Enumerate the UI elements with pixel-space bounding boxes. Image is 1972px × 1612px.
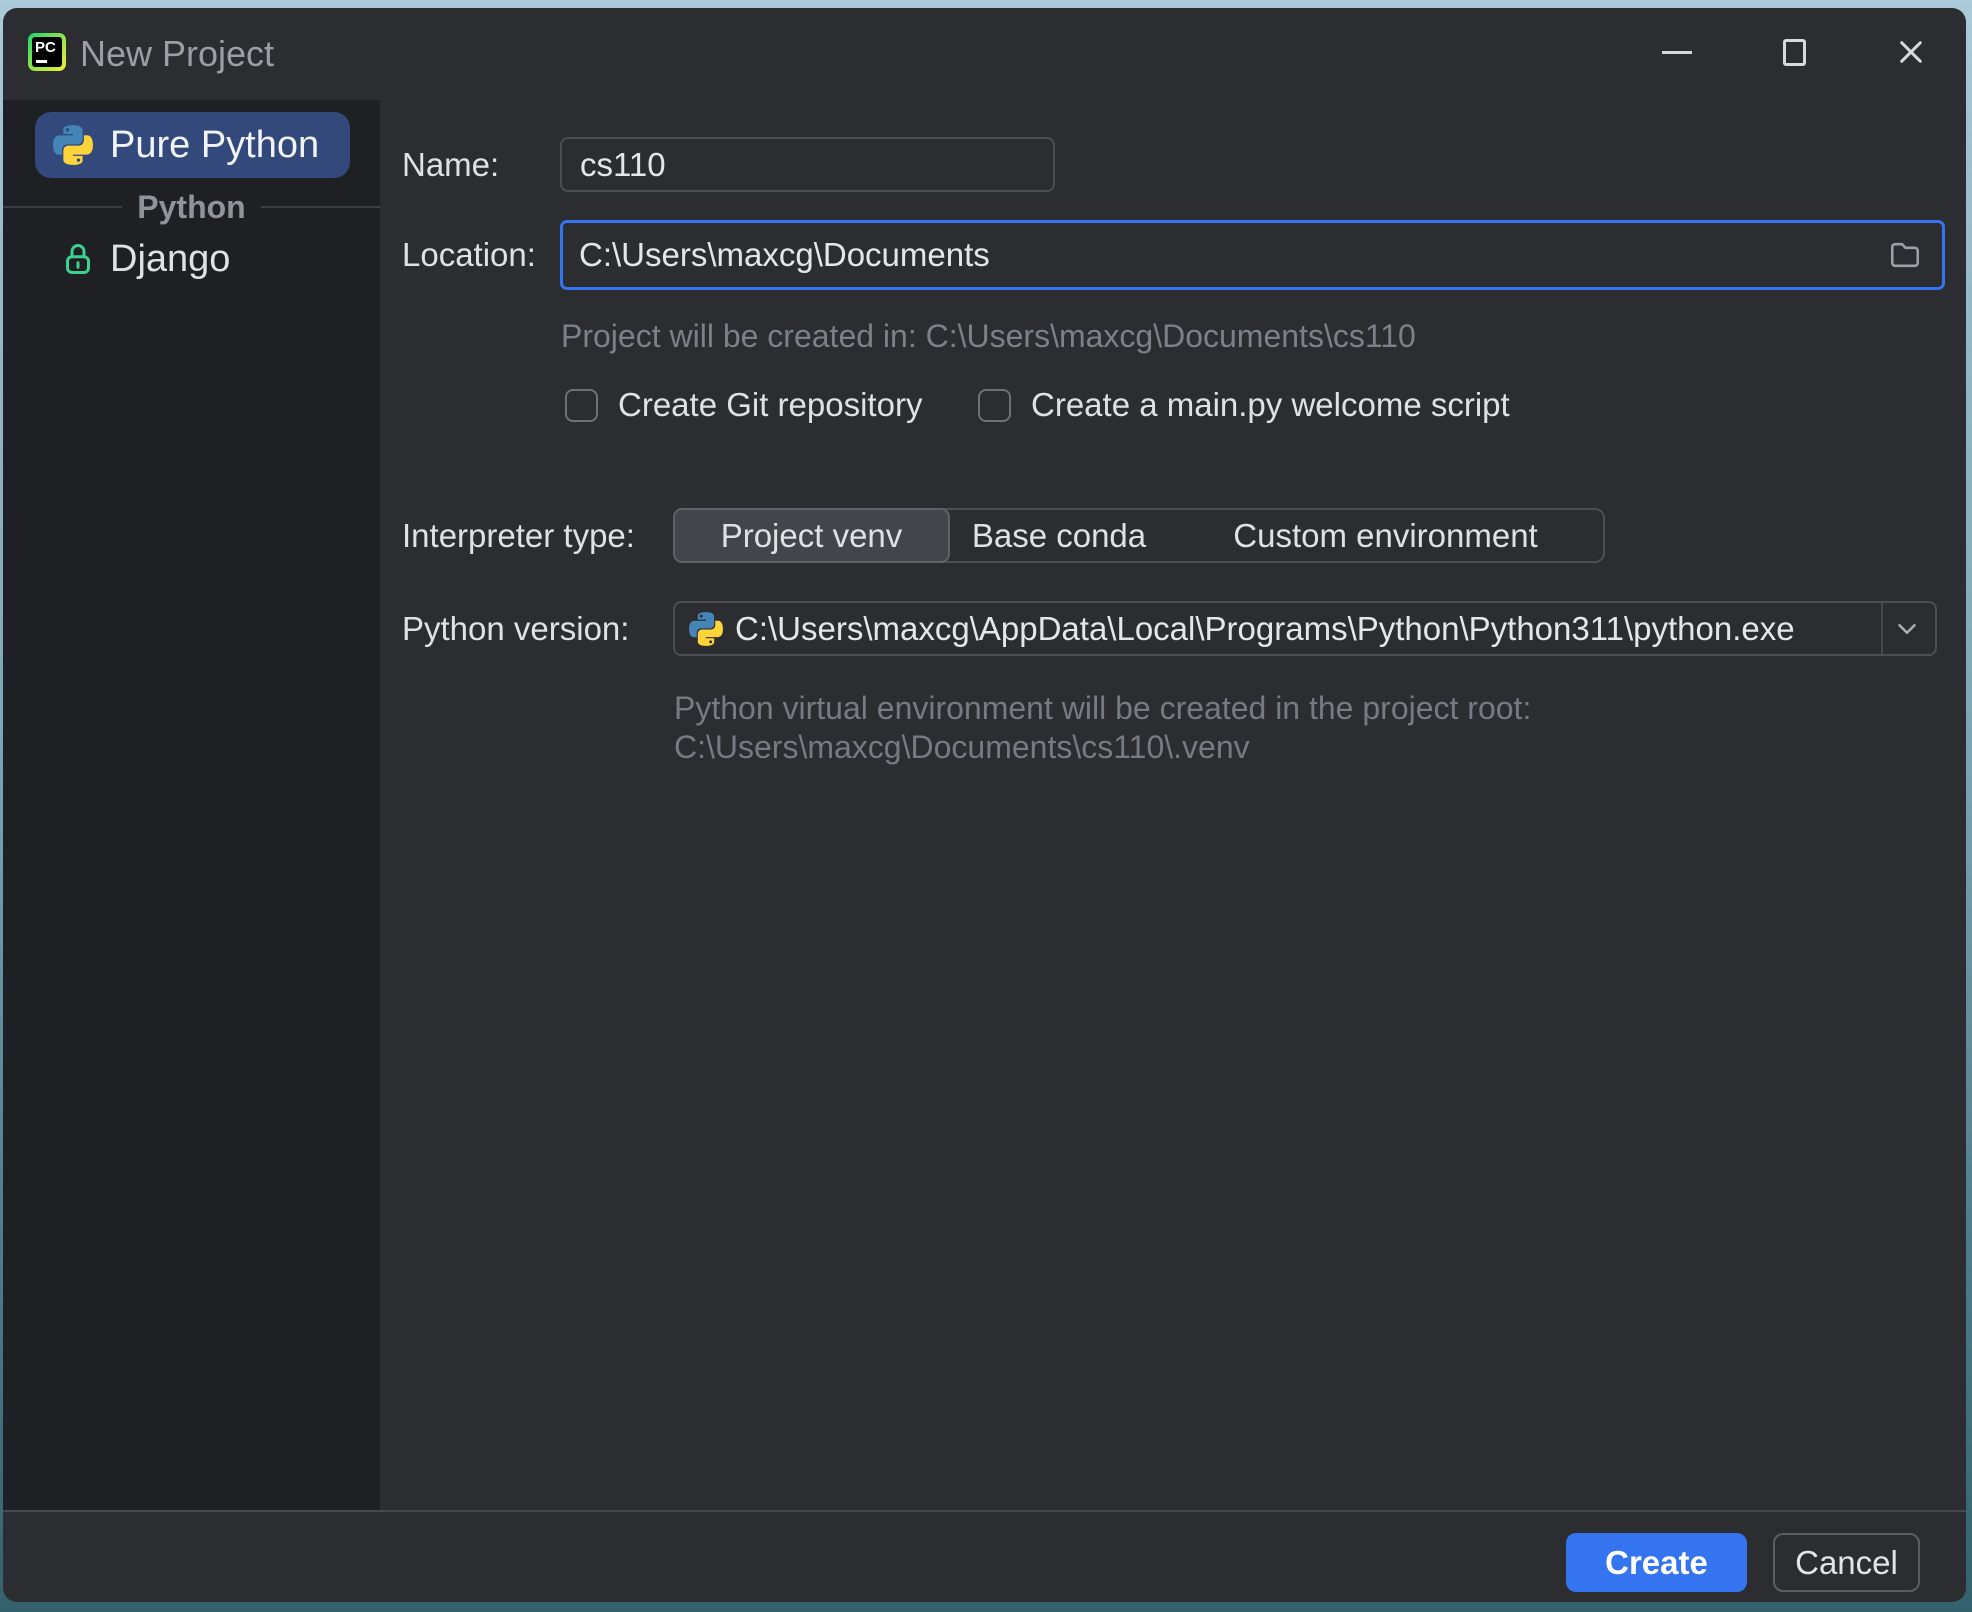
lock-icon	[60, 241, 96, 277]
dropdown-chevron-button[interactable]	[1887, 603, 1927, 654]
location-field	[560, 220, 1945, 290]
maximize-icon	[1783, 39, 1806, 66]
name-input[interactable]	[560, 137, 1055, 192]
cancel-button[interactable]: Cancel	[1773, 1533, 1920, 1592]
location-input[interactable]	[579, 236, 1884, 274]
title-bar: PC New Project	[3, 8, 1966, 100]
chevron-down-icon	[1892, 614, 1922, 644]
create-git-repo-label[interactable]: Create Git repository	[618, 381, 922, 429]
project-type-sidebar: Pure Python Python Django	[3, 100, 380, 1510]
location-label: Location:	[402, 220, 536, 290]
python-version-dropdown[interactable]: C:\Users\maxcg\AppData\Local\Programs\Py…	[673, 601, 1937, 656]
venv-note-line1: Python virtual environment will be creat…	[674, 689, 1531, 728]
pycharm-logo-dash	[36, 60, 47, 63]
venv-note-line2: C:\Users\maxcg\Documents\cs110\.venv	[674, 728, 1531, 767]
browse-folder-button[interactable]	[1884, 234, 1926, 276]
sidebar-item-django[interactable]: Django	[3, 234, 380, 284]
name-label: Name:	[402, 137, 499, 192]
sidebar-item-pure-python[interactable]: Pure Python	[35, 112, 350, 178]
python-icon	[689, 612, 723, 646]
folder-icon	[1887, 237, 1923, 273]
project-location-hint: Project will be created in: C:\Users\max…	[561, 318, 1416, 355]
dialog-footer: Create Cancel	[3, 1510, 1966, 1602]
python-version-label: Python version:	[402, 601, 629, 656]
window-title: New Project	[80, 8, 274, 100]
minimize-button[interactable]	[1653, 28, 1701, 76]
minimize-icon	[1662, 51, 1692, 54]
venv-note: Python virtual environment will be creat…	[674, 689, 1531, 767]
interpreter-type-segmented-control: Project venv Base conda Custom environme…	[673, 508, 1605, 563]
create-main-py-label[interactable]: Create a main.py welcome script	[1031, 381, 1510, 429]
sidebar-item-label: Pure Python	[110, 124, 319, 167]
dropdown-divider	[1881, 603, 1883, 654]
segment-custom-environment[interactable]: Custom environment	[1168, 510, 1603, 561]
segment-base-conda[interactable]: Base conda	[950, 510, 1168, 561]
maximize-button[interactable]	[1770, 28, 1818, 76]
close-button[interactable]	[1887, 28, 1935, 76]
segment-project-venv[interactable]: Project venv	[673, 508, 950, 563]
section-divider-left	[3, 206, 122, 208]
pycharm-logo-text: PC	[35, 39, 56, 56]
sidebar-item-label: Django	[110, 238, 230, 281]
python-version-value: C:\Users\maxcg\AppData\Local\Programs\Py…	[735, 610, 1795, 648]
create-main-py-checkbox[interactable]	[978, 389, 1011, 422]
create-button[interactable]: Create	[1566, 1533, 1747, 1592]
section-label: Python	[137, 189, 245, 226]
interpreter-type-label: Interpreter type:	[402, 508, 635, 563]
python-icon	[53, 125, 93, 165]
new-project-dialog: PC New Project Pure Python Python	[3, 8, 1966, 1602]
pycharm-logo-icon: PC	[28, 33, 66, 71]
close-icon	[1895, 36, 1927, 68]
section-divider-right	[261, 206, 380, 208]
create-git-repo-checkbox[interactable]	[565, 389, 598, 422]
sidebar-section-python: Python	[3, 186, 380, 228]
